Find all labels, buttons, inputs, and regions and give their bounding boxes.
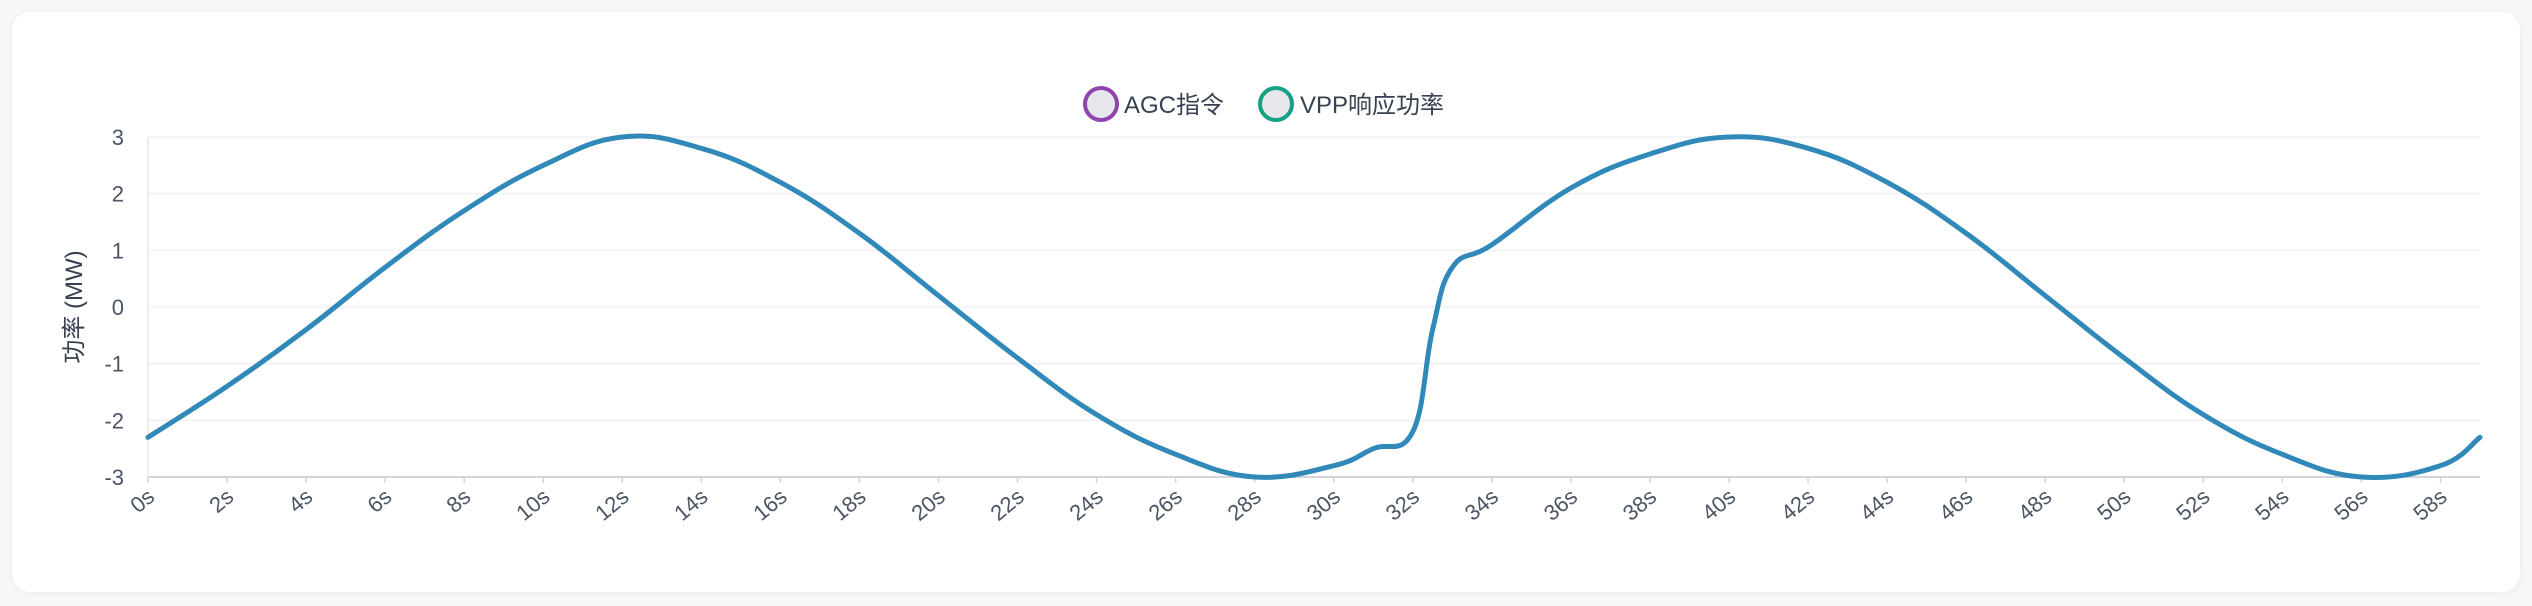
x-tick-label: 30s [1302, 484, 1345, 526]
x-tick-label: 36s [1539, 484, 1582, 526]
x-tick-label: 54s [2250, 484, 2293, 526]
x-tick-label: 38s [1618, 484, 1661, 526]
legend-item[interactable]: AGC指令 [1083, 86, 1224, 122]
x-tick-label: 4s [283, 484, 317, 518]
x-tick-label: 50s [2092, 484, 2135, 526]
x-tick-label: 26s [1144, 484, 1187, 526]
x-tick-label: 58s [2408, 484, 2451, 526]
x-tick-label: 24s [1065, 484, 1108, 526]
legend-label: VPP响应功率 [1300, 92, 1444, 119]
y-tick-label: 1 [112, 238, 124, 263]
x-tick-label: 48s [2013, 484, 2056, 526]
line-chart: 3 2 1 0 -1 -2 -3 0s 2s 4s 6s 8s 10s 12s 14s 16s 18s 20s 2… [61, 86, 2483, 526]
x-tick-label: 0s [125, 484, 159, 518]
x-tick-label: 46s [1934, 484, 1977, 526]
x-tick-label: 56s [2329, 484, 2372, 526]
x-tick-label: 52s [2171, 484, 2214, 526]
x-tick-label: 18s [827, 484, 870, 526]
y-tick-label: -2 [104, 408, 124, 433]
x-tick-label: 20s [906, 484, 949, 526]
x-tick-label: 28s [1223, 484, 1266, 526]
y-tick-label: 3 [112, 125, 124, 150]
legend-item[interactable]: VPP响应功率 [1258, 86, 1444, 122]
x-tick-label: 14s [669, 484, 712, 526]
x-tick-label: 16s [748, 484, 791, 526]
legend-label: AGC指令 [1124, 92, 1224, 119]
x-tick-label: 8s [442, 484, 476, 518]
y-axis-title: 功率 (MW) [61, 250, 88, 363]
y-tick-label: 2 [112, 182, 124, 207]
x-tick-label: 44s [1855, 484, 1898, 526]
x-tick-label: 22s [986, 484, 1029, 526]
x-tick-label: 34s [1460, 484, 1503, 526]
x-tick-label: 32s [1381, 484, 1424, 526]
x-tick-label: 12s [590, 484, 633, 526]
y-axis-ticks: 3 2 1 0 -1 -2 -3 [104, 125, 124, 490]
x-tick-label: 40s [1697, 484, 1740, 526]
legend-marker [1258, 86, 1294, 122]
x-tick-label: 42s [1776, 484, 1819, 526]
legend: AGC指令 VPP响应功率 [1083, 86, 1444, 122]
y-tick-label: -3 [104, 465, 124, 490]
x-axis-ticks: 0s 2s 4s 6s 8s 10s 12s 14s 16s 18s 20s 22s 24s 26s 28s… [125, 484, 2451, 526]
x-tick-label: 10s [511, 484, 554, 526]
x-tick-label: 6s [362, 484, 396, 518]
y-tick-label: 0 [112, 295, 124, 320]
x-tick-label: 2s [204, 484, 238, 518]
legend-marker [1083, 86, 1119, 122]
y-tick-label: -1 [104, 352, 124, 377]
